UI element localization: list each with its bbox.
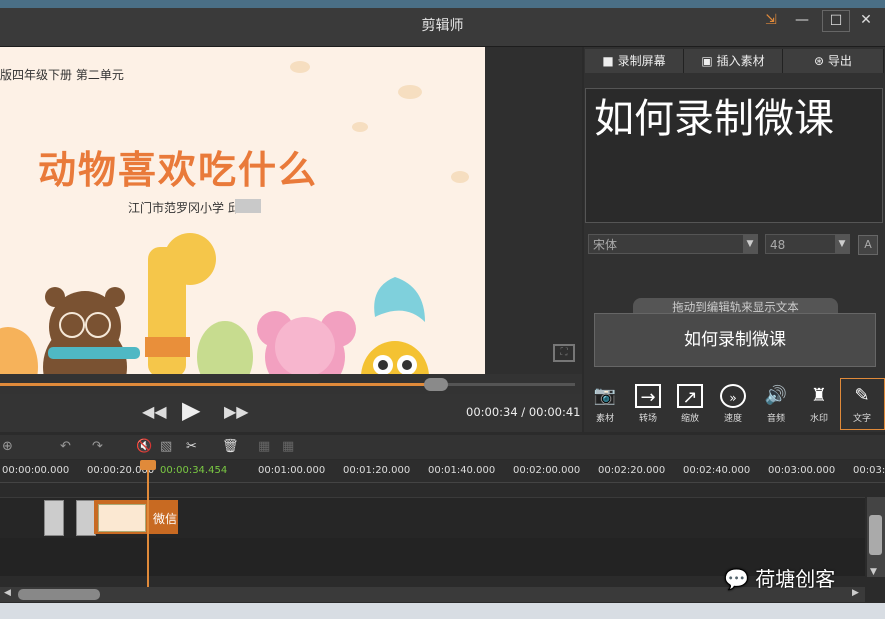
resize-icon[interactable]: ⇲ — [758, 10, 784, 30]
delete-icon[interactable]: 🗑 — [222, 439, 239, 454]
tick-label: 00:03:2 — [853, 465, 885, 476]
export-button[interactable]: ⊛ 导出 — [783, 49, 884, 73]
cut-icon[interactable]: ✂ — [186, 439, 197, 454]
tool-label: 素材 — [595, 414, 614, 424]
scrub-handle[interactable] — [424, 378, 448, 391]
minimize-button[interactable]: — — [789, 10, 815, 30]
tool-zoom[interactable]: ↗ 缩放 — [670, 384, 710, 424]
tick-label: 00:02:00.000 — [513, 465, 581, 476]
stamp-icon: ♜ — [810, 385, 828, 406]
tick-label: 00:01:20.000 — [343, 465, 411, 476]
camera-icon: 📷 — [593, 385, 617, 406]
film-reel-icon: ⊛ — [814, 54, 828, 68]
tool-text[interactable]: ✎ 文字 — [842, 384, 882, 424]
camera-icon: ■ — [602, 54, 618, 68]
clip-thumbnail[interactable] — [44, 500, 64, 536]
text-preview: 如何录制微课 — [594, 96, 834, 142]
record-screen-label: 录制屏幕 — [617, 54, 666, 68]
tool-watermark[interactable]: ♜ 水印 — [799, 384, 839, 424]
tick-label: 00:03:00.000 — [768, 465, 836, 476]
vertical-scroll-thumb[interactable] — [869, 515, 882, 555]
tool-label: 转场 — [638, 414, 657, 424]
tick-label: 00:01:40.000 — [428, 465, 496, 476]
window-title: 剪辑师 — [421, 18, 464, 34]
playhead-time: 00:00:34.454 — [160, 465, 228, 476]
crop-icon[interactable]: ▧ — [160, 439, 172, 454]
wechat-icon: 💬 — [724, 567, 756, 591]
fullscreen-icon[interactable]: ⛶ — [553, 344, 575, 362]
close-button[interactable]: ✕ — [853, 10, 879, 30]
window-top-strip — [0, 0, 885, 8]
preview-side-area: ⛶ — [485, 47, 582, 374]
scrub-progress — [0, 383, 430, 386]
forward-icon[interactable]: ▶▶ — [224, 402, 249, 421]
tick-label: 00:02:20.000 — [598, 465, 666, 476]
redo-icon[interactable]: ↷ — [92, 439, 103, 454]
time-readout: 00:00:34 / 00:00:41 — [466, 405, 581, 419]
watermark-text: 荷塘创客 — [755, 567, 836, 591]
insert-material-button[interactable]: ▣ 插入素材 — [684, 49, 783, 73]
tick-label: 00:00:00.000 — [2, 465, 70, 476]
align-right-icon[interactable]: ▦ — [282, 439, 294, 454]
rewind-icon[interactable]: ◀◀ — [142, 402, 167, 421]
scroll-down-icon[interactable]: ▼ — [870, 567, 877, 577]
transition-icon: → — [635, 384, 661, 408]
undo-icon[interactable]: ↶ — [60, 439, 71, 454]
speed-icon: » — [720, 384, 746, 408]
size-select[interactable]: 48 ▼ — [765, 234, 850, 254]
tool-label: 水印 — [809, 414, 828, 424]
tool-material[interactable]: 📷 素材 — [585, 384, 625, 424]
blurred-name — [235, 199, 261, 213]
clip-label: 微信 — [153, 512, 178, 526]
text-template-card[interactable]: 如何录制微课 — [594, 313, 876, 367]
timeline-toolbar — [0, 435, 885, 459]
tool-label: 文字 — [852, 414, 871, 424]
chevron-down-icon: ▼ — [743, 235, 757, 253]
mute-icon[interactable]: 🔇 — [136, 439, 152, 454]
watermark: 💬 荷塘创客 — [724, 563, 835, 592]
window-bottom-border — [0, 603, 885, 619]
clip-thumbnail[interactable] — [76, 500, 96, 536]
align-left-icon[interactable]: ▦ — [258, 439, 270, 454]
tool-audio[interactable]: 🔊 音频 — [756, 384, 796, 424]
play-icon[interactable]: ▶ — [182, 396, 200, 424]
text-color-icon[interactable]: A — [858, 235, 878, 255]
scroll-left-icon[interactable]: ◀ — [4, 588, 11, 598]
chevron-down-icon: ▼ — [835, 235, 849, 253]
photo-icon: ▣ — [701, 54, 717, 68]
scroll-right-icon[interactable]: ▶ — [852, 588, 859, 598]
zoom-in-icon[interactable]: ⊕ — [2, 439, 13, 454]
record-screen-button[interactable]: ■ 录制屏幕 — [585, 49, 684, 73]
maximize-button[interactable]: ☐ — [822, 10, 850, 32]
slide-subtitle: 版四年级下册 第二单元 — [0, 68, 124, 82]
pencil-icon: ✎ — [854, 385, 870, 406]
tool-label: 音频 — [766, 414, 785, 424]
tick-label: 00:02:40.000 — [683, 465, 751, 476]
video-preview[interactable]: 版四年级下册 第二单元 动物喜欢吃什么 江门市范罗冈小学 邱 — [0, 47, 485, 374]
tick-label: 00:01:00.000 — [258, 465, 326, 476]
size-value: 48 — [770, 238, 786, 252]
tool-speed[interactable]: » 速度 — [713, 384, 753, 424]
playhead[interactable] — [147, 463, 149, 587]
insert-material-label: 插入素材 — [716, 54, 765, 68]
tool-transition[interactable]: → 转场 — [628, 384, 668, 424]
font-select[interactable]: 宋体 ▼ — [588, 234, 758, 254]
slide-title: 动物喜欢吃什么 — [38, 148, 319, 192]
zoom-icon: ↗ — [677, 384, 703, 408]
font-value: 宋体 — [593, 238, 618, 252]
speaker-icon: 🔊 — [764, 385, 788, 406]
clip-thumbnail — [98, 504, 146, 532]
slide-author: 江门市范罗冈小学 邱 — [128, 201, 240, 215]
horizontal-scroll-thumb[interactable] — [18, 589, 100, 600]
tool-label: 速度 — [723, 414, 742, 424]
export-label: 导出 — [827, 54, 852, 68]
tool-label: 缩放 — [680, 414, 699, 424]
